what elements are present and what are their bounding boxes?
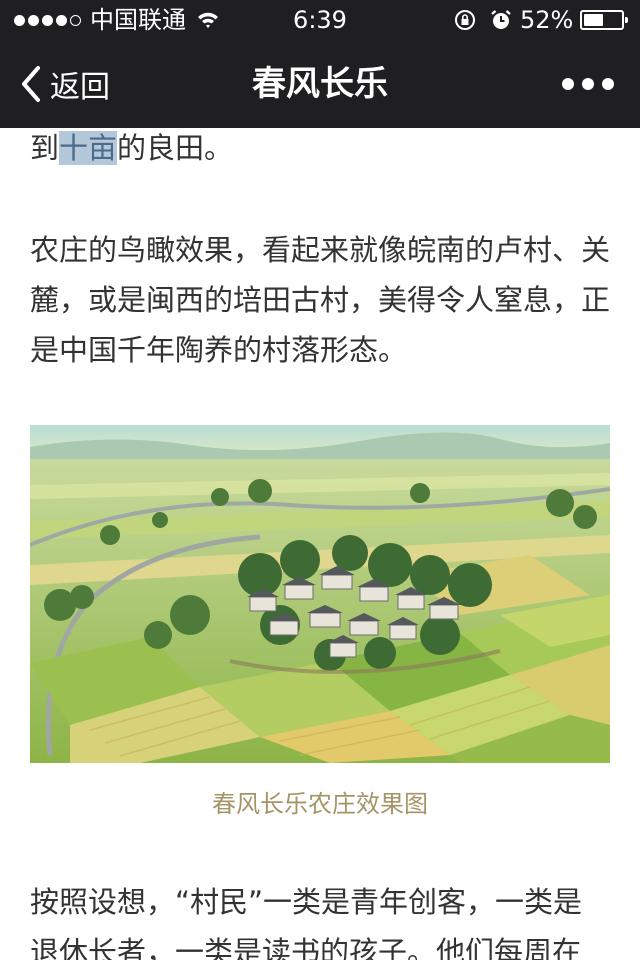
more-options-button[interactable]	[562, 40, 614, 128]
article-image-farm-aerial-view[interactable]	[30, 425, 610, 763]
battery-percentage: 52%	[520, 6, 574, 34]
selected-text-highlight[interactable]: 十亩	[59, 131, 118, 165]
status-bar: 中国联通 6:39 52%	[0, 0, 640, 40]
article-paragraph: 按照设想，“村民”一类是青年创客，一类是退休长者，一类是读书的孩子。他们每周在	[30, 885, 583, 960]
article-paragraph: 农庄的鸟瞰效果，看起来就像皖南的卢村、关麓，或是闽西的培田古村，美得令人窒息，正…	[30, 233, 611, 367]
battery-level-fill	[584, 14, 603, 26]
more-dots-icon	[582, 78, 594, 90]
orientation-lock-icon	[455, 10, 475, 30]
battery-icon	[580, 10, 628, 30]
article-body[interactable]: 到十亩的良田。 农庄的鸟瞰效果，看起来就像皖南的卢村、关麓，或是闽西的培田古村，…	[0, 128, 640, 960]
alarm-icon	[491, 10, 511, 29]
paragraph-text: 到	[30, 131, 60, 165]
farm-rendering-illustration	[30, 425, 610, 763]
more-dots-icon	[562, 78, 574, 90]
wechat-article-screen: 中国联通 6:39 52% 返回 春风长乐 到十亩的良田。 农庄的鸟瞰效果，看起…	[0, 0, 640, 960]
article-paragraph: 到十亩的良田。	[30, 128, 610, 173]
image-caption: 春风长乐农庄效果图	[212, 790, 428, 818]
paragraph-text: 的良田。	[117, 131, 234, 165]
page-title: 春风长乐	[252, 64, 388, 104]
battery-cap	[625, 17, 628, 23]
navigation-bar: 返回 春风长乐	[0, 40, 640, 128]
more-dots-icon	[602, 78, 614, 90]
